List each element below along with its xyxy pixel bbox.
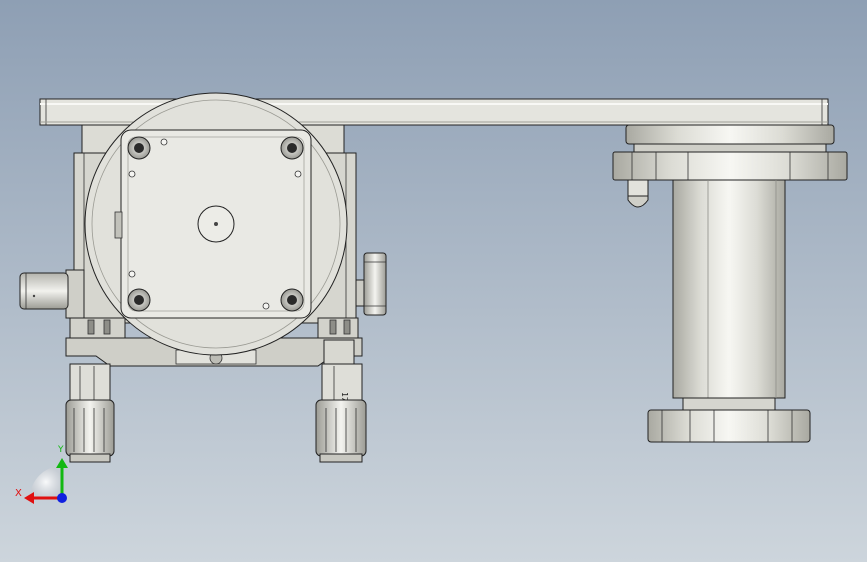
motor-mount-plate[interactable] <box>114 129 312 319</box>
screw-bottom-right <box>280 288 304 312</box>
cad-viewport[interactable]: 17 Y X <box>0 0 867 562</box>
left-adjust-knob[interactable] <box>19 272 69 310</box>
y-axis-label: Y <box>57 445 64 455</box>
x-axis-label: X <box>15 488 22 499</box>
locating-pin <box>627 179 649 208</box>
screw-top-right <box>280 136 304 160</box>
cylinder-body[interactable] <box>672 179 786 399</box>
micrometer-left[interactable] <box>65 363 115 463</box>
z-axis-dot <box>57 493 67 503</box>
cylinder-top-flange[interactable] <box>612 124 848 181</box>
screw-bottom-left <box>127 288 151 312</box>
screw-top-left <box>127 136 151 160</box>
cad-drawing: 17 Y X <box>0 0 867 562</box>
